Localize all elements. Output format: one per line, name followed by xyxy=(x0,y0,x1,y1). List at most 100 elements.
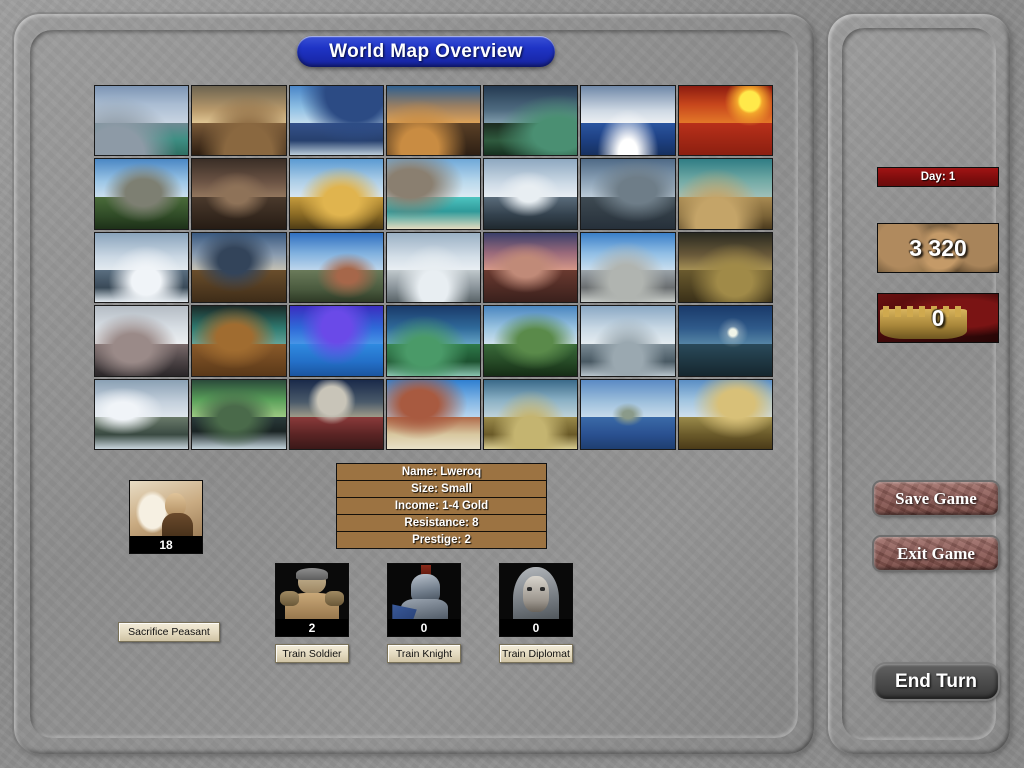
end-turn-label: End Turn xyxy=(895,670,977,692)
tile-feature xyxy=(484,232,578,303)
tile-feature xyxy=(386,306,481,376)
map-tile-mesa-plains[interactable] xyxy=(288,231,384,304)
tile-feature xyxy=(289,232,383,303)
day-counter-badge: Day: 1 xyxy=(877,167,999,187)
tile-feature xyxy=(581,86,675,156)
tile-feature xyxy=(678,232,772,303)
save-game-button[interactable]: Save Game xyxy=(874,482,998,515)
map-tile-blue-lake-night[interactable] xyxy=(288,305,384,377)
territory-info-row: Prestige: 2 xyxy=(337,532,546,548)
tile-feature xyxy=(581,306,675,376)
map-tile-open-ocean-sunrise[interactable] xyxy=(580,85,676,157)
tile-feature xyxy=(581,232,675,303)
save-game-label: Save Game xyxy=(895,488,977,508)
map-tile-crimson-spires[interactable] xyxy=(483,231,579,304)
tile-feature xyxy=(192,379,286,449)
map-tile-red-desert-sun[interactable] xyxy=(677,85,773,157)
knight-portrait: 0 xyxy=(387,563,461,637)
territory-info-text: Size: Small xyxy=(411,483,472,495)
gold-amount: 3 320 xyxy=(909,234,967,261)
peasant-portrait: 18 xyxy=(129,480,203,554)
train-soldier-button[interactable]: Train Soldier xyxy=(275,644,349,663)
tile-feature xyxy=(289,306,383,376)
tile-feature xyxy=(289,159,383,229)
map-tile-snowy-mountains[interactable] xyxy=(94,231,190,304)
page-title: World Map Overview xyxy=(297,36,555,67)
territory-info-text: Prestige: 2 xyxy=(412,534,471,546)
map-tile-dark-spire[interactable] xyxy=(191,158,287,230)
map-tile-arid-plateau[interactable] xyxy=(677,158,773,230)
map-tile-arctic-shelf[interactable] xyxy=(94,378,190,450)
train-knight-button[interactable]: Train Knight xyxy=(387,644,461,663)
peasant-count: 18 xyxy=(130,536,202,553)
map-tile-sunset-peaks[interactable] xyxy=(385,85,482,157)
exit-game-label: Exit Game xyxy=(897,543,975,563)
map-tile-aurora-tundra[interactable] xyxy=(191,378,287,450)
unit-card-knight[interactable]: 0 Train Knight xyxy=(387,563,461,663)
tile-feature xyxy=(192,159,286,229)
sidebar-panel-inset xyxy=(842,28,996,740)
diplomat-portrait: 0 xyxy=(499,563,573,637)
map-tile-teal-dunes[interactable] xyxy=(191,305,287,377)
tile-feature xyxy=(95,306,189,376)
map-tile-golden-crags[interactable] xyxy=(288,158,384,230)
tile-feature xyxy=(678,306,772,376)
page-title-label: World Map Overview xyxy=(329,40,523,62)
tile-feature xyxy=(192,306,286,376)
map-tile-desert-mesa-dusk[interactable] xyxy=(191,85,287,157)
map-tile-red-mesa-grass[interactable] xyxy=(385,378,482,450)
gold-resource-box: 3 320 xyxy=(877,223,999,273)
prestige-resource-box: 0 xyxy=(877,293,999,343)
tile-feature xyxy=(192,86,286,156)
unit-card-diplomat[interactable]: 0 Train Diplomat xyxy=(499,563,573,663)
map-tile-lighthouse-isle[interactable] xyxy=(677,305,773,377)
tile-feature xyxy=(386,379,481,449)
map-tile-river-valley-citadel[interactable] xyxy=(94,158,190,230)
territory-info-text: Resistance: 8 xyxy=(404,517,479,529)
tile-feature xyxy=(484,86,578,156)
unit-card-soldier[interactable]: 2 Train Soldier xyxy=(275,563,349,663)
train-diplomat-button[interactable]: Train Diplomat xyxy=(499,644,573,663)
tile-feature xyxy=(678,379,772,449)
soldier-portrait: 2 xyxy=(275,563,349,637)
peasant-card[interactable]: 18 xyxy=(129,480,203,554)
map-tile-tropical-lagoon[interactable] xyxy=(385,158,482,230)
territory-info-text: Income: 1-4 Gold xyxy=(394,500,489,512)
map-tile-misty-gorge[interactable] xyxy=(94,305,190,377)
map-tile-dry-savanna[interactable] xyxy=(483,378,579,450)
diplomat-count: 0 xyxy=(500,619,572,636)
tile-feature xyxy=(289,379,383,449)
tile-feature xyxy=(386,232,481,303)
tile-feature xyxy=(484,306,578,376)
sacrifice-peasant-button[interactable]: Sacrifice Peasant xyxy=(118,622,220,642)
map-tile-coastal-haze[interactable] xyxy=(580,305,676,377)
end-turn-button[interactable]: End Turn xyxy=(874,664,998,699)
map-tile-snow-ridge[interactable] xyxy=(483,158,579,230)
world-map-grid[interactable] xyxy=(94,85,773,450)
map-tile-island-sea[interactable] xyxy=(580,378,676,450)
map-tile-dark-coast[interactable] xyxy=(483,85,579,157)
map-tile-blue-mountain-mist[interactable] xyxy=(288,85,384,157)
tile-feature xyxy=(192,232,286,303)
tile-feature xyxy=(678,159,772,229)
tile-feature xyxy=(581,159,675,229)
map-tile-grey-spires[interactable] xyxy=(580,158,676,230)
map-tile-glacial-lake[interactable] xyxy=(94,85,190,157)
map-tile-green-peaks[interactable] xyxy=(483,305,579,377)
map-tile-alien-moon-valley[interactable] xyxy=(288,378,384,450)
territory-info-row: Name: Lweroq xyxy=(337,464,546,481)
tile-feature xyxy=(484,159,578,229)
tile-feature xyxy=(95,86,189,156)
territory-info-text: Name: Lweroq xyxy=(401,466,482,478)
prestige-amount: 0 xyxy=(931,304,945,331)
map-tile-green-shallows[interactable] xyxy=(385,305,482,377)
territory-info-row: Size: Small xyxy=(337,481,546,498)
map-tile-white-cliffs[interactable] xyxy=(385,231,482,304)
map-tile-fortress-hill[interactable] xyxy=(191,231,287,304)
map-tile-grand-canyon[interactable] xyxy=(580,231,676,304)
map-tile-golden-butte[interactable] xyxy=(677,378,773,450)
tile-feature xyxy=(95,232,189,303)
map-tile-storm-ridge[interactable] xyxy=(677,231,773,304)
tile-feature xyxy=(95,159,189,229)
exit-game-button[interactable]: Exit Game xyxy=(874,537,998,570)
